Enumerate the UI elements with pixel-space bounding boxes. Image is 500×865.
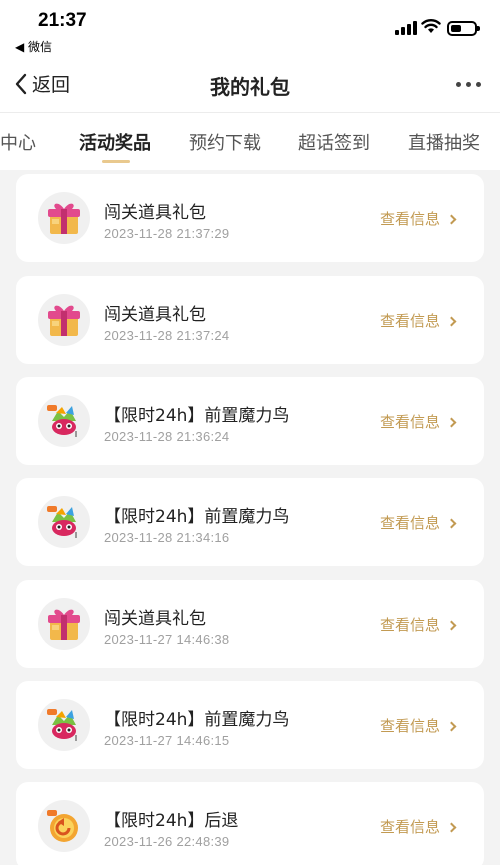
tab-reservation-download[interactable]: 预约下载	[189, 129, 261, 155]
gift-title: 【限时24h】前置魔力鸟	[104, 710, 290, 730]
tab-bar: 礼中心 活动奖品 预约下载 超话签到 直播抽奖	[0, 112, 500, 170]
gift-timestamp: 2023-11-27 14:46:38	[104, 632, 230, 647]
nav-bar: 返回 我的礼包	[0, 58, 500, 112]
wifi-icon	[421, 18, 441, 38]
view-info-label: 查看信息	[380, 717, 441, 735]
battery-icon	[447, 21, 480, 36]
view-info-link[interactable]: 查看信息	[380, 715, 457, 736]
view-info-label: 查看信息	[380, 210, 441, 228]
gift-title: 闯关道具礼包	[104, 305, 206, 325]
chevron-right-icon	[446, 620, 457, 630]
gift-title: 闯关道具礼包	[104, 609, 206, 629]
view-info-link[interactable]: 查看信息	[380, 512, 457, 533]
gift-card[interactable]: 闯关道具礼包 2023-11-28 21:37:24 查看信息	[16, 276, 484, 364]
gift-box-icon	[38, 294, 90, 346]
chevron-right-icon	[446, 214, 457, 224]
chevron-right-icon	[446, 822, 457, 832]
page-title: 我的礼包	[210, 75, 290, 99]
magic-bird-icon	[38, 699, 90, 751]
view-info-label: 查看信息	[380, 413, 441, 431]
undo-icon	[38, 800, 90, 852]
gift-timestamp: 2023-11-28 21:37:29	[104, 226, 230, 241]
view-info-link[interactable]: 查看信息	[380, 411, 457, 432]
magic-bird-icon	[38, 496, 90, 548]
view-info-label: 查看信息	[380, 514, 441, 532]
gift-timestamp: 2023-11-27 14:46:15	[104, 733, 230, 748]
gift-title: 【限时24h】前置魔力鸟	[104, 507, 290, 527]
tab-super-topic-checkin[interactable]: 超话签到	[298, 129, 370, 155]
gift-card[interactable]: 【限时24h】前置魔力鸟 2023-11-28 21:36:24 查看信息	[16, 377, 484, 465]
gift-timestamp: 2023-11-28 21:36:24	[104, 429, 230, 444]
gift-box-icon	[38, 598, 90, 650]
view-info-label: 查看信息	[380, 312, 441, 330]
gift-card[interactable]: 闯关道具礼包 2023-11-27 14:46:38 查看信息	[16, 580, 484, 668]
gift-card[interactable]: 【限时24h】后退 2023-11-26 22:48:39 查看信息	[16, 782, 484, 865]
gift-card[interactable]: 【限时24h】前置魔力鸟 2023-11-27 14:46:15 查看信息	[16, 681, 484, 769]
chevron-right-icon	[446, 721, 457, 731]
gift-timestamp: 2023-11-26 22:48:39	[104, 834, 230, 849]
tab-gift-center[interactable]: 礼中心	[0, 129, 36, 155]
chevron-right-icon	[446, 518, 457, 528]
gift-timestamp: 2023-11-28 21:37:24	[104, 328, 230, 343]
view-info-label: 查看信息	[380, 616, 441, 634]
more-options-icon[interactable]	[456, 82, 481, 87]
gift-title: 闯关道具礼包	[104, 203, 206, 223]
gift-card[interactable]: 闯关道具礼包 2023-11-28 21:37:29 查看信息	[16, 174, 484, 262]
view-info-label: 查看信息	[380, 818, 441, 836]
tab-live-lottery[interactable]: 直播抽奖	[408, 129, 480, 155]
gift-timestamp: 2023-11-28 21:34:16	[104, 530, 230, 545]
tab-activity-prizes[interactable]: 活动奖品	[79, 129, 151, 155]
view-info-link[interactable]: 查看信息	[380, 208, 457, 229]
view-info-link[interactable]: 查看信息	[380, 310, 457, 331]
back-to-wechat-link[interactable]: ◀ 微信	[15, 38, 52, 55]
gift-box-icon	[38, 192, 90, 244]
view-info-link[interactable]: 查看信息	[380, 816, 457, 837]
view-info-link[interactable]: 查看信息	[380, 614, 457, 635]
active-tab-indicator	[102, 160, 130, 163]
cellular-signal-icon	[395, 21, 417, 35]
chevron-right-icon	[446, 417, 457, 427]
gift-list[interactable]: 闯关道具礼包 2023-11-28 21:37:29 查看信息 闯关道具礼包 2…	[0, 170, 500, 865]
status-bar: 21:37 ◀ 微信	[0, 0, 500, 58]
chevron-right-icon	[446, 316, 457, 326]
gift-title: 【限时24h】前置魔力鸟	[104, 406, 290, 426]
gift-title: 【限时24h】后退	[104, 811, 239, 831]
magic-bird-icon	[38, 395, 90, 447]
status-time: 21:37	[38, 10, 87, 31]
gift-card[interactable]: 【限时24h】前置魔力鸟 2023-11-28 21:34:16 查看信息	[16, 478, 484, 566]
